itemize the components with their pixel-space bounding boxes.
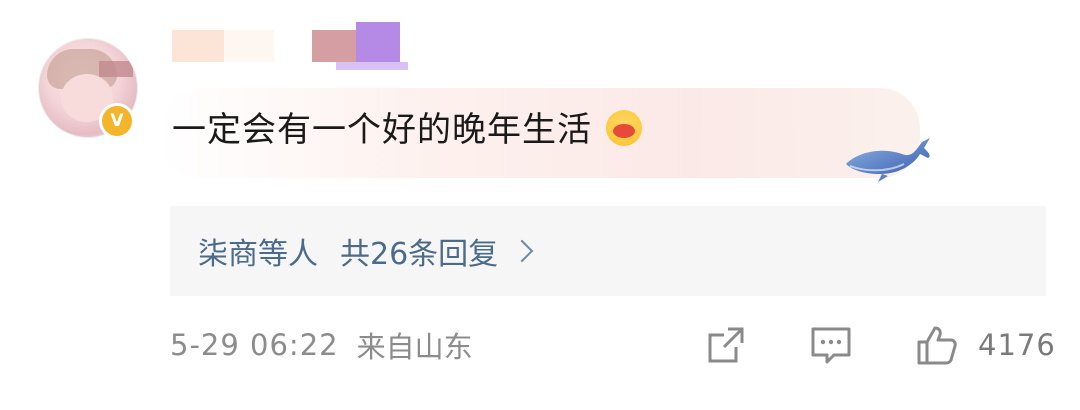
chevron-right-icon: [510, 239, 534, 263]
comment-text: 一定会有一个好的晚年生活: [172, 108, 642, 152]
username-redacted-fade: [224, 30, 274, 62]
replies-summary[interactable]: 柒商等人 共26条回复: [170, 206, 1046, 296]
comment-source: 来自山东: [356, 330, 473, 364]
comment-body: 一定会有一个好的晚年生活: [172, 110, 592, 150]
verified-badge-icon: V: [99, 103, 135, 139]
username-redacted[interactable]: [172, 30, 224, 62]
verified-badge-label: V: [102, 106, 132, 136]
comment-footer: 5-29 06:22 来自山东 4176: [170, 320, 1055, 370]
user-tag-redacted: [312, 30, 356, 62]
whale-decoration-icon: [846, 138, 930, 182]
like-button[interactable]: 4176: [916, 324, 1056, 366]
action-bar: 4176: [706, 320, 1056, 370]
share-icon: [708, 327, 744, 363]
thumbs-up-icon: [917, 326, 957, 365]
comment-time: 5-29 06:22: [170, 328, 339, 362]
reply-count-link[interactable]: 共26条回复: [340, 229, 498, 273]
user-tag-underline: [336, 62, 408, 70]
comment-icon: [811, 327, 851, 364]
comment-card: V 一定会有一个好的晚年生活 柒商等人 共26条回复 5-29 06:22 来自…: [0, 0, 1080, 410]
comment-button[interactable]: [810, 325, 852, 365]
hugging-face-emoji-icon: [606, 109, 642, 146]
like-count: 4176: [978, 328, 1056, 362]
user-tag-redacted-purple: [356, 22, 400, 62]
reply-users[interactable]: 柒商等人: [198, 229, 318, 273]
avatar-mosaic: [99, 61, 133, 77]
share-button[interactable]: [706, 325, 746, 365]
